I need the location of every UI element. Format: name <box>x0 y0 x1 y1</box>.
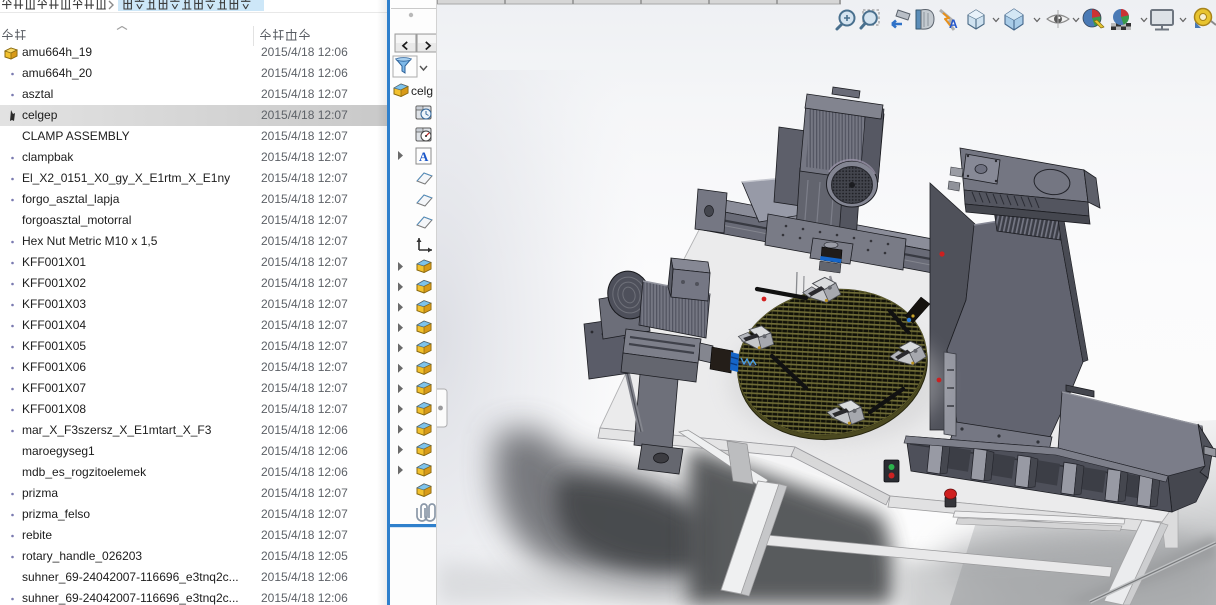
svg-text:A: A <box>949 17 958 31</box>
svg-text:A: A <box>419 149 429 164</box>
svg-text:celg: celg <box>411 84 433 98</box>
